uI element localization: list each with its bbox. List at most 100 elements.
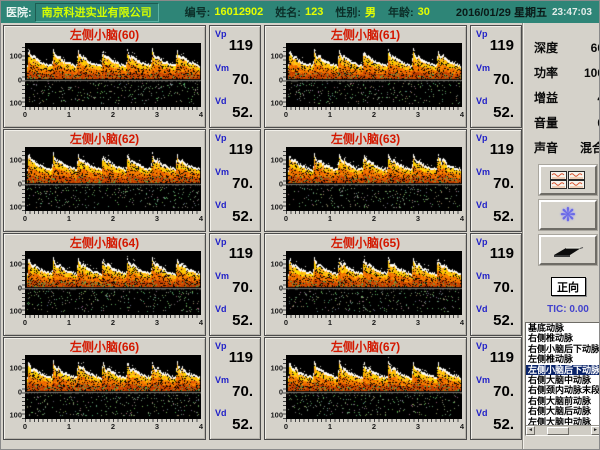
y-tick-label: 100 (9, 203, 22, 212)
vm-value: 70. (215, 281, 256, 295)
x-tick-label: 0 (284, 422, 288, 431)
doppler-spectrum-canvas[interactable] (286, 147, 462, 211)
x-tick-label: 2 (372, 110, 376, 119)
probe-icon (549, 240, 587, 260)
artery-list: 基底动脉右侧椎动脉右侧小脑后下动脉左侧椎动脉左侧小脑后下动脉右侧大脑中动脉右侧颈… (526, 323, 600, 426)
parameter-value: 60 (591, 41, 600, 55)
artery-list-item[interactable]: 左侧椎动脉 (526, 354, 600, 364)
x-tick-label: 3 (155, 214, 159, 223)
vp-group: Vp 119 (476, 237, 517, 261)
y-tick-label: 100 (9, 411, 22, 420)
x-tick-label: 3 (416, 214, 420, 223)
y-tick-label: 100 (270, 411, 283, 420)
x-tick-label: 1 (328, 318, 332, 327)
y-tick-label: 100 (270, 307, 283, 316)
waveform-panel: 左侧小脑(63) 100 0 100 01234 (264, 129, 467, 232)
vp-group: Vp 119 (215, 29, 256, 53)
freeze-button[interactable]: ❋ (539, 200, 597, 230)
parameter-label: 声音 (534, 139, 558, 156)
x-tick-label: 0 (284, 110, 288, 119)
horizontal-scrollbar[interactable]: ◄ ► (526, 425, 600, 435)
vd-group: Vd 52. (215, 200, 256, 224)
parameter-label: 功率 (534, 64, 558, 81)
horizontal-scroll-thumb[interactable] (547, 427, 569, 435)
display-layout-button[interactable] (539, 165, 597, 195)
panel-title: 左侧小脑(61) (265, 27, 466, 43)
x-tick-label: 4 (199, 214, 203, 223)
waveform-panel: 左侧小脑(61) 100 0 100 01234 (264, 25, 467, 128)
doppler-spectrum-canvas[interactable] (25, 147, 201, 211)
doppler-spectrum-canvas[interactable] (286, 355, 462, 419)
vd-value: 52. (476, 418, 517, 432)
tcd-application-window: 医院: 南京科进实业有限公司 编号: 16012902 姓名: 123 性别: … (0, 0, 600, 450)
y-axis-ticks (22, 359, 25, 419)
vd-value: 52. (215, 314, 256, 328)
plot-area: 100 0 100 (267, 251, 466, 315)
date-display: 2016/01/29 星期五 (456, 4, 547, 20)
parameter-label: 增益 (534, 89, 558, 106)
y-tick-label: 100 (9, 99, 22, 108)
x-tick-label: 1 (67, 110, 71, 119)
vp-group: Vp 119 (215, 237, 256, 261)
scroll-left-icon[interactable]: ◄ (526, 426, 535, 435)
scroll-right-icon[interactable]: ► (591, 426, 600, 435)
direction-forward-button[interactable]: 正向 (551, 277, 586, 296)
vm-value: 70. (215, 73, 256, 87)
hospital-name: 南京科进实业有限公司 (35, 3, 159, 22)
velocity-readout: Vp 119 Vm 70. Vd 52. (209, 337, 261, 440)
x-tick-label: 1 (67, 422, 71, 431)
panel-title: 左侧小脑(60) (4, 27, 205, 43)
vp-value: 119 (476, 39, 517, 53)
x-tick-label: 0 (284, 318, 288, 327)
y-tick-label: 100 (9, 307, 22, 316)
patient-info-bar: 医院: 南京科进实业有限公司 编号: 16012902 姓名: 123 性别: … (1, 1, 599, 23)
y-axis: 100 0 100 (6, 355, 25, 419)
doppler-spectrum-canvas[interactable] (286, 43, 462, 107)
x-tick-label: 1 (328, 422, 332, 431)
artery-list-item[interactable]: 左侧小脑后下动脉 (526, 365, 600, 375)
hospital-label: 医院: (6, 4, 32, 20)
parameter-value: 100 (584, 66, 600, 80)
probe-button[interactable] (539, 235, 597, 265)
time-display: 23:47:03 (552, 7, 592, 18)
x-tick-label: 2 (372, 422, 376, 431)
vm-value: 70. (476, 73, 517, 87)
doppler-spectrum-canvas[interactable] (25, 43, 201, 107)
artery-list-item[interactable]: 右侧大脑前动脉 (526, 396, 600, 406)
parameter-row: 增益 4 (534, 85, 600, 110)
artery-list-item[interactable]: 右侧大脑后动脉 (526, 406, 600, 416)
doppler-spectrum-canvas[interactable] (286, 251, 462, 315)
artery-list-item[interactable]: 右侧颈内动脉末段 (526, 385, 600, 395)
vm-group: Vm 70. (476, 167, 517, 191)
parameter-row: 声音 混合 (534, 135, 600, 160)
waveform-panel: 左侧小脑(60) 100 0 100 01234 (3, 25, 206, 128)
vp-value: 119 (476, 247, 517, 261)
vd-value: 52. (215, 418, 256, 432)
panel-title: 左侧小脑(63) (265, 131, 466, 147)
x-axis: 01234 (286, 422, 462, 433)
artery-list-item[interactable]: 右侧大脑中动脉 (526, 375, 600, 385)
y-tick-label: 100 (270, 203, 283, 212)
vp-group: Vp 119 (215, 133, 256, 157)
waveform-panel: 左侧小脑(66) 100 0 100 01234 (3, 337, 206, 440)
parameter-value: 混合 (580, 139, 600, 156)
x-tick-label: 2 (372, 318, 376, 327)
doppler-spectrum-canvas[interactable] (25, 251, 201, 315)
artery-list-item[interactable]: 基底动脉 (526, 323, 600, 333)
x-axis: 01234 (286, 214, 462, 225)
y-tick-label: 100 (270, 99, 283, 108)
vm-group: Vm 70. (215, 271, 256, 295)
x-tick-label: 4 (199, 318, 203, 327)
artery-listbox[interactable]: 基底动脉右侧椎动脉右侧小脑后下动脉左侧椎动脉左侧小脑后下动脉右侧大脑中动脉右侧颈… (525, 322, 600, 436)
x-tick-label: 1 (328, 110, 332, 119)
patient-id-value: 16012902 (214, 6, 263, 18)
doppler-spectrum-canvas[interactable] (25, 355, 201, 419)
x-tick-label: 2 (111, 214, 115, 223)
artery-list-item[interactable]: 右侧小脑后下动脉 (526, 344, 600, 354)
x-axis: 01234 (25, 422, 201, 433)
y-axis-ticks (22, 47, 25, 107)
x-tick-label: 3 (155, 110, 159, 119)
parameter-label: 深度 (534, 39, 558, 56)
artery-list-item[interactable]: 右侧椎动脉 (526, 333, 600, 343)
waveform-grid: 左侧小脑(60) 100 0 100 01234 Vp 119 Vm 70. V… (1, 23, 522, 450)
